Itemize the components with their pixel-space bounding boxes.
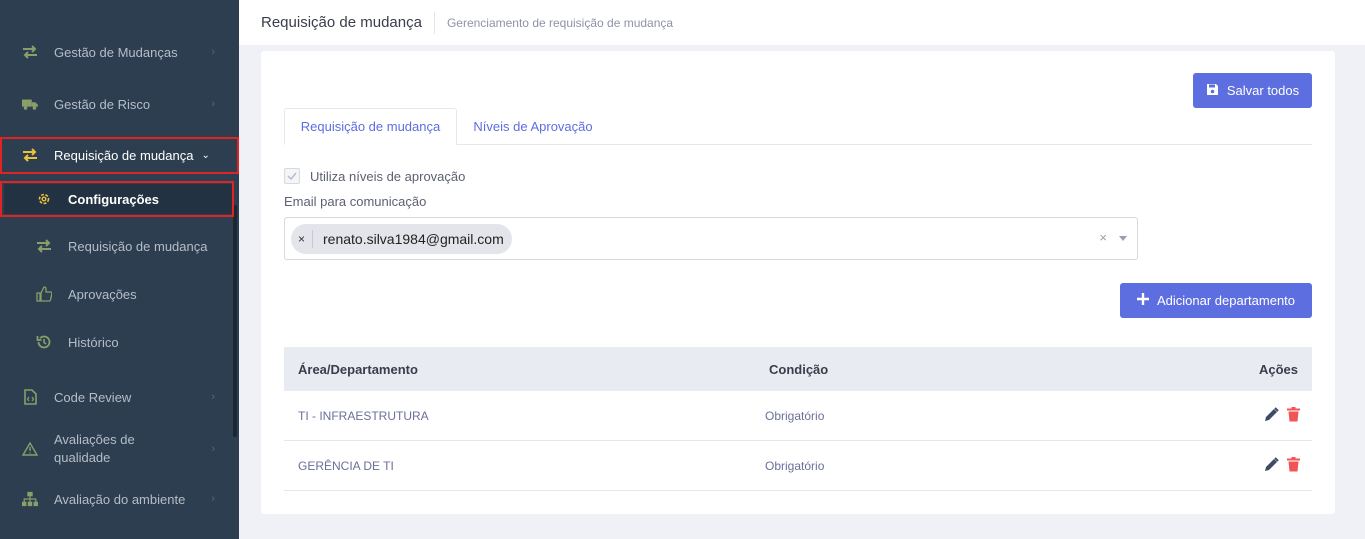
chevron-right-icon: › <box>211 98 215 110</box>
plus-icon <box>1136 293 1149 308</box>
arrows-exchange-icon <box>22 44 38 60</box>
highlight-box <box>0 181 234 217</box>
cell-condition: Obrigatório <box>765 408 825 423</box>
row-actions <box>1264 441 1300 490</box>
edit-pencil-icon[interactable] <box>1264 406 1279 425</box>
sidebar-item-label: Code Review <box>54 389 132 405</box>
chip-label: renato.silva1984@gmail.com <box>323 231 504 247</box>
clear-icon[interactable]: × <box>1099 230 1107 245</box>
sidebar-item-gestao-mudancas[interactable]: Gestão de Mudanças › <box>0 38 239 66</box>
add-department-label: Adicionar departamento <box>1156 293 1296 308</box>
sidebar-item-label: Gestão de Mudanças <box>54 44 178 60</box>
edit-pencil-icon[interactable] <box>1264 456 1279 475</box>
save-all-label: Salvar todos <box>1226 83 1300 98</box>
sidebar-item-avaliacoes-qualidade[interactable]: Avaliações de qualidade › <box>0 430 239 468</box>
sidebar: Gestão de Mudanças › Gestão de Risco › R… <box>0 0 239 539</box>
table-row: TI - INFRAESTRUTURA Obrigatório <box>284 391 1312 441</box>
chip-remove-button[interactable]: × <box>291 230 313 248</box>
column-header-condition: Condição <box>769 361 829 377</box>
table-header: Área/Departamento Condição Ações <box>284 347 1312 391</box>
arrows-exchange-icon <box>36 238 52 254</box>
submenu-item-label: Requisição de mudança <box>68 238 208 254</box>
chevron-right-icon: › <box>211 443 215 455</box>
tab-requisicao-mudanca[interactable]: Requisição de mudança <box>284 108 457 145</box>
email-chip: × renato.silva1984@gmail.com <box>291 224 512 254</box>
history-icon <box>36 334 52 350</box>
tab-label: Requisição de mudança <box>300 119 441 134</box>
submenu-item-requisicao[interactable]: Requisição de mudança <box>0 232 239 260</box>
use-levels-row: Utiliza níveis de aprovação <box>284 168 465 184</box>
save-all-button[interactable]: Salvar todos <box>1193 73 1312 108</box>
use-levels-label: Utiliza níveis de aprovação <box>310 168 466 184</box>
warning-triangle-icon <box>22 441 38 457</box>
sidebar-item-avaliacao-ambiente[interactable]: Avaliação do ambiente › <box>0 485 239 513</box>
departments-table: Área/Departamento Condição Ações TI - IN… <box>284 347 1312 491</box>
sidebar-item-label: Avaliação do ambiente <box>54 491 186 507</box>
sidebar-item-label: Avaliações de qualidade <box>54 432 135 465</box>
column-header-area: Área/Departamento <box>298 361 418 377</box>
header-divider <box>433 11 435 34</box>
tab-niveis-aprovacao[interactable]: Níveis de Aprovação <box>457 108 609 145</box>
thumbs-up-icon <box>36 286 52 302</box>
row-actions <box>1264 391 1300 440</box>
cell-area: TI - INFRAESTRUTURA <box>298 408 429 423</box>
tab-bar: Requisição de mudança Níveis de Aprovaçã… <box>284 108 1312 145</box>
email-multiselect[interactable]: × renato.silva1984@gmail.com × <box>284 217 1138 260</box>
page-header: Requisição de mudança Gerenciamento de r… <box>239 0 1365 45</box>
delete-trash-icon[interactable] <box>1287 406 1300 425</box>
caret-down-icon[interactable] <box>1119 236 1127 241</box>
cell-condition: Obrigatório <box>765 458 825 473</box>
floppy-disk-icon <box>1206 83 1219 99</box>
table-row: GERÊNCIA DE TI Obrigatório <box>284 441 1312 491</box>
delete-trash-icon[interactable] <box>1287 456 1300 475</box>
truck-icon <box>22 96 38 112</box>
chevron-right-icon: › <box>211 391 215 403</box>
sidebar-item-gestao-risco[interactable]: Gestão de Risco › <box>0 90 239 118</box>
submenu-item-label: Aprovações <box>68 286 137 302</box>
code-file-icon <box>22 389 38 405</box>
submenu-item-label: Histórico <box>68 334 119 350</box>
email-label: Email para comunicação <box>284 194 427 209</box>
submenu-item-aprovacoes[interactable]: Aprovações <box>0 280 239 308</box>
column-header-actions: Ações <box>1258 361 1298 377</box>
tab-label: Níveis de Aprovação <box>473 119 593 134</box>
sitemap-icon <box>22 491 38 507</box>
page-title: Requisição de mudança <box>261 14 422 31</box>
chevron-right-icon: › <box>211 493 215 505</box>
highlight-box <box>0 137 239 174</box>
sidebar-item-label: Gestão de Risco <box>54 96 151 112</box>
page-subtitle: Gerenciamento de requisição de mudança <box>446 15 674 30</box>
sidebar-item-code-review[interactable]: Code Review › <box>0 383 239 411</box>
submenu-item-historico[interactable]: Histórico <box>0 328 239 356</box>
use-levels-checkbox[interactable] <box>284 168 300 184</box>
add-department-button[interactable]: Adicionar departamento <box>1120 283 1312 318</box>
cell-area: GERÊNCIA DE TI <box>298 458 394 473</box>
chevron-right-icon: › <box>211 46 215 58</box>
